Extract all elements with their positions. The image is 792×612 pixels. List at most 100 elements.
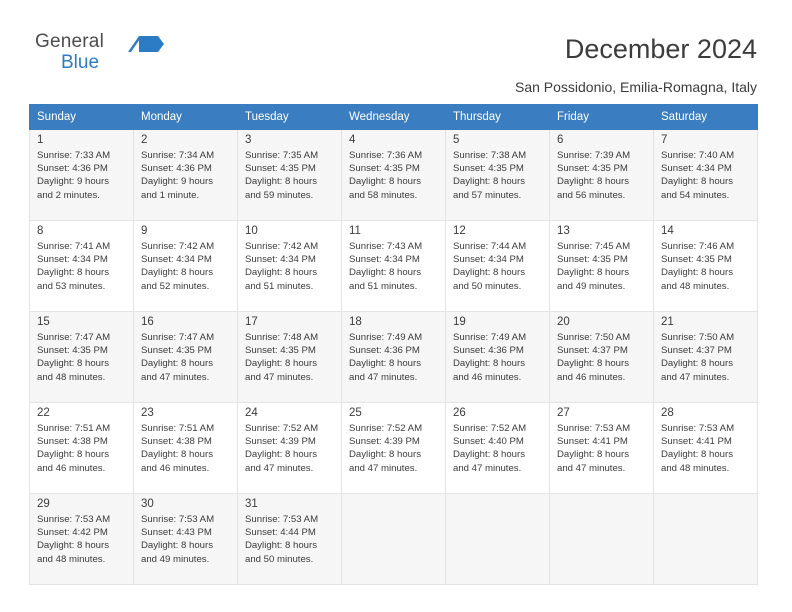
day-details: Sunrise: 7:47 AM Sunset: 4:35 PM Dayligh… bbox=[30, 331, 133, 384]
day-number: 26 bbox=[453, 407, 466, 419]
calendar-day-cell[interactable]: 27 Sunrise: 7:53 AM Sunset: 4:41 PM Dayl… bbox=[549, 402, 654, 494]
daylight-text-line1: Daylight: 8 hours bbox=[245, 176, 317, 188]
weekday-header-wednesday: Wednesday bbox=[341, 104, 446, 130]
day-number: 4 bbox=[349, 134, 356, 146]
calendar-day-cell[interactable]: 21 Sunrise: 7:50 AM Sunset: 4:37 PM Dayl… bbox=[653, 311, 758, 403]
sunset-text: Sunset: 4:39 PM bbox=[245, 436, 316, 448]
day-number: 31 bbox=[245, 498, 258, 510]
sunrise-text: Sunrise: 7:51 AM bbox=[37, 423, 111, 434]
sunrise-text: Sunrise: 7:44 AM bbox=[453, 241, 527, 252]
day-number: 21 bbox=[661, 316, 674, 328]
calendar-day-cell[interactable]: 13 Sunrise: 7:45 AM Sunset: 4:35 PM Dayl… bbox=[549, 220, 654, 312]
day-number: 2 bbox=[141, 134, 148, 146]
daylight-text-line2: and 51 minutes. bbox=[245, 280, 314, 292]
day-number: 1 bbox=[37, 134, 44, 146]
daylight-text-line2: and 47 minutes. bbox=[557, 462, 626, 474]
sunset-text: Sunset: 4:37 PM bbox=[557, 345, 628, 357]
sunrise-text: Sunrise: 7:53 AM bbox=[557, 423, 631, 434]
sunrise-text: Sunrise: 7:40 AM bbox=[661, 150, 735, 161]
day-details: Sunrise: 7:53 AM Sunset: 4:44 PM Dayligh… bbox=[238, 513, 341, 566]
calendar-day-cell[interactable]: 4 Sunrise: 7:36 AM Sunset: 4:35 PM Dayli… bbox=[341, 129, 446, 221]
daylight-text-line2: and 49 minutes. bbox=[141, 553, 210, 565]
daylight-text-line1: Daylight: 8 hours bbox=[245, 358, 317, 370]
sunrise-text: Sunrise: 7:45 AM bbox=[557, 241, 631, 252]
sunset-text: Sunset: 4:35 PM bbox=[141, 345, 212, 357]
sunrise-text: Sunrise: 7:52 AM bbox=[349, 423, 423, 434]
calendar-day-cell[interactable]: 12 Sunrise: 7:44 AM Sunset: 4:34 PM Dayl… bbox=[445, 220, 550, 312]
calendar-day-cell[interactable]: 5 Sunrise: 7:38 AM Sunset: 4:35 PM Dayli… bbox=[445, 129, 550, 221]
sunset-text: Sunset: 4:35 PM bbox=[557, 163, 628, 175]
day-number: 16 bbox=[141, 316, 154, 328]
calendar-day-cell[interactable]: 3 Sunrise: 7:35 AM Sunset: 4:35 PM Dayli… bbox=[237, 129, 342, 221]
daylight-text-line1: Daylight: 8 hours bbox=[37, 267, 109, 279]
calendar-day-cell[interactable]: 2 Sunrise: 7:34 AM Sunset: 4:36 PM Dayli… bbox=[133, 129, 238, 221]
calendar-day-cell[interactable]: 19 Sunrise: 7:49 AM Sunset: 4:36 PM Dayl… bbox=[445, 311, 550, 403]
daylight-text-line2: and 50 minutes. bbox=[453, 280, 522, 292]
calendar-day-cell[interactable]: 28 Sunrise: 7:53 AM Sunset: 4:41 PM Dayl… bbox=[653, 402, 758, 494]
day-details: Sunrise: 7:50 AM Sunset: 4:37 PM Dayligh… bbox=[550, 331, 653, 384]
daylight-text-line2: and 48 minutes. bbox=[37, 371, 106, 383]
day-number: 20 bbox=[557, 316, 570, 328]
daylight-text-line2: and 52 minutes. bbox=[141, 280, 210, 292]
day-details: Sunrise: 7:44 AM Sunset: 4:34 PM Dayligh… bbox=[446, 240, 549, 293]
sunrise-text: Sunrise: 7:52 AM bbox=[453, 423, 527, 434]
calendar-day-cell[interactable]: 10 Sunrise: 7:42 AM Sunset: 4:34 PM Dayl… bbox=[237, 220, 342, 312]
day-number: 28 bbox=[661, 407, 674, 419]
calendar-day-cell[interactable]: 24 Sunrise: 7:52 AM Sunset: 4:39 PM Dayl… bbox=[237, 402, 342, 494]
daylight-text-line2: and 46 minutes. bbox=[141, 462, 210, 474]
sunset-text: Sunset: 4:35 PM bbox=[245, 345, 316, 357]
calendar-day-cell[interactable]: 8 Sunrise: 7:41 AM Sunset: 4:34 PM Dayli… bbox=[29, 220, 134, 312]
calendar-day-cell[interactable]: 31 Sunrise: 7:53 AM Sunset: 4:44 PM Dayl… bbox=[237, 493, 342, 585]
day-number: 25 bbox=[349, 407, 362, 419]
day-details: Sunrise: 7:49 AM Sunset: 4:36 PM Dayligh… bbox=[342, 331, 445, 384]
sunrise-text: Sunrise: 7:36 AM bbox=[349, 150, 423, 161]
calendar-day-cell[interactable]: 22 Sunrise: 7:51 AM Sunset: 4:38 PM Dayl… bbox=[29, 402, 134, 494]
calendar-day-cell[interactable]: 16 Sunrise: 7:47 AM Sunset: 4:35 PM Dayl… bbox=[133, 311, 238, 403]
calendar-week-row: 15 Sunrise: 7:47 AM Sunset: 4:35 PM Dayl… bbox=[29, 311, 758, 403]
daylight-text-line2: and 2 minutes. bbox=[37, 189, 100, 201]
daylight-text-line1: Daylight: 8 hours bbox=[453, 358, 525, 370]
day-number: 11 bbox=[349, 225, 361, 237]
day-details: Sunrise: 7:53 AM Sunset: 4:41 PM Dayligh… bbox=[550, 422, 653, 475]
calendar-day-cell[interactable]: 9 Sunrise: 7:42 AM Sunset: 4:34 PM Dayli… bbox=[133, 220, 238, 312]
daylight-text-line1: Daylight: 8 hours bbox=[453, 267, 525, 279]
day-number: 23 bbox=[141, 407, 154, 419]
calendar-day-cell[interactable]: 26 Sunrise: 7:52 AM Sunset: 4:40 PM Dayl… bbox=[445, 402, 550, 494]
brand-logo: General Blue bbox=[35, 32, 215, 80]
calendar-day-cell[interactable]: 6 Sunrise: 7:39 AM Sunset: 4:35 PM Dayli… bbox=[549, 129, 654, 221]
calendar-day-cell[interactable]: 11 Sunrise: 7:43 AM Sunset: 4:34 PM Dayl… bbox=[341, 220, 446, 312]
calendar-day-cell[interactable]: 14 Sunrise: 7:46 AM Sunset: 4:35 PM Dayl… bbox=[653, 220, 758, 312]
calendar-week-row: 29 Sunrise: 7:53 AM Sunset: 4:42 PM Dayl… bbox=[29, 493, 758, 585]
day-details: Sunrise: 7:48 AM Sunset: 4:35 PM Dayligh… bbox=[238, 331, 341, 384]
day-details: Sunrise: 7:52 AM Sunset: 4:39 PM Dayligh… bbox=[238, 422, 341, 475]
sunrise-text: Sunrise: 7:49 AM bbox=[349, 332, 423, 343]
calendar-header-row: Sunday Monday Tuesday Wednesday Thursday… bbox=[29, 104, 758, 130]
day-number: 10 bbox=[245, 225, 258, 237]
calendar-day-cell[interactable]: 29 Sunrise: 7:53 AM Sunset: 4:42 PM Dayl… bbox=[29, 493, 134, 585]
calendar-day-cell[interactable]: 15 Sunrise: 7:47 AM Sunset: 4:35 PM Dayl… bbox=[29, 311, 134, 403]
sunset-text: Sunset: 4:34 PM bbox=[349, 254, 420, 266]
calendar-day-cell[interactable]: 1 Sunrise: 7:33 AM Sunset: 4:36 PM Dayli… bbox=[29, 129, 134, 221]
logo-text-general: General bbox=[35, 31, 104, 52]
daylight-text-line1: Daylight: 8 hours bbox=[141, 449, 213, 461]
weekday-header-friday: Friday bbox=[549, 104, 654, 130]
daylight-text-line1: Daylight: 8 hours bbox=[557, 267, 629, 279]
sunset-text: Sunset: 4:36 PM bbox=[349, 345, 420, 357]
calendar-day-cell[interactable]: 17 Sunrise: 7:48 AM Sunset: 4:35 PM Dayl… bbox=[237, 311, 342, 403]
day-details: Sunrise: 7:47 AM Sunset: 4:35 PM Dayligh… bbox=[134, 331, 237, 384]
calendar-day-cell[interactable]: 18 Sunrise: 7:49 AM Sunset: 4:36 PM Dayl… bbox=[341, 311, 446, 403]
calendar-day-cell[interactable]: 7 Sunrise: 7:40 AM Sunset: 4:34 PM Dayli… bbox=[653, 129, 758, 221]
day-details: Sunrise: 7:41 AM Sunset: 4:34 PM Dayligh… bbox=[30, 240, 133, 293]
sunset-text: Sunset: 4:35 PM bbox=[557, 254, 628, 266]
sunrise-text: Sunrise: 7:39 AM bbox=[557, 150, 631, 161]
calendar-day-cell-empty bbox=[341, 493, 446, 585]
calendar-day-cell[interactable]: 23 Sunrise: 7:51 AM Sunset: 4:38 PM Dayl… bbox=[133, 402, 238, 494]
calendar-day-cell[interactable]: 25 Sunrise: 7:52 AM Sunset: 4:39 PM Dayl… bbox=[341, 402, 446, 494]
calendar-page: General Blue December 2024 San Possidoni… bbox=[0, 0, 792, 612]
calendar-day-cell[interactable]: 30 Sunrise: 7:53 AM Sunset: 4:43 PM Dayl… bbox=[133, 493, 238, 585]
daylight-text-line1: Daylight: 8 hours bbox=[245, 449, 317, 461]
daylight-text-line1: Daylight: 8 hours bbox=[661, 358, 733, 370]
sunset-text: Sunset: 4:34 PM bbox=[245, 254, 316, 266]
calendar-day-cell[interactable]: 20 Sunrise: 7:50 AM Sunset: 4:37 PM Dayl… bbox=[549, 311, 654, 403]
daylight-text-line2: and 47 minutes. bbox=[661, 371, 730, 383]
